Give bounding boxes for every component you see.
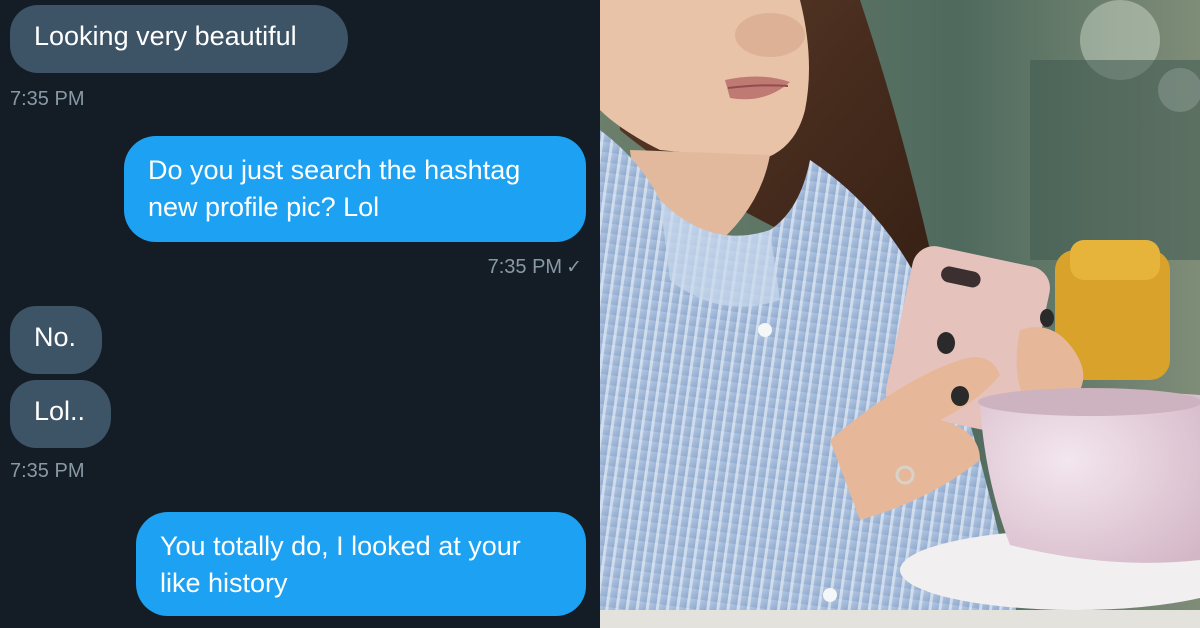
woman-with-phone-photo <box>600 0 1200 628</box>
meme-composite: Looking very beautiful 7:35 PM Do you ju… <box>0 0 1200 628</box>
message-outgoing[interactable]: Do you just search the hashtag new profi… <box>124 136 586 242</box>
timestamp: 7:35 PM <box>10 88 85 110</box>
message-outgoing[interactable]: You totally do, I looked at your like hi… <box>136 512 586 616</box>
message-incoming[interactable]: Looking very beautiful <box>10 5 348 73</box>
timestamp: 7:35 PM <box>487 256 563 278</box>
read-check-icon: ✓ <box>566 257 582 278</box>
chat-thread: Looking very beautiful 7:35 PM Do you ju… <box>0 0 600 628</box>
woman-in-striped-shirt-looking-at-phone-icon <box>600 0 1200 628</box>
message-incoming[interactable]: Lol.. <box>10 380 111 448</box>
timestamp: 7:35 PM <box>10 460 85 482</box>
timestamp-with-status: 7:35 PM ✓ <box>488 255 582 280</box>
message-incoming[interactable]: No. <box>10 306 102 374</box>
